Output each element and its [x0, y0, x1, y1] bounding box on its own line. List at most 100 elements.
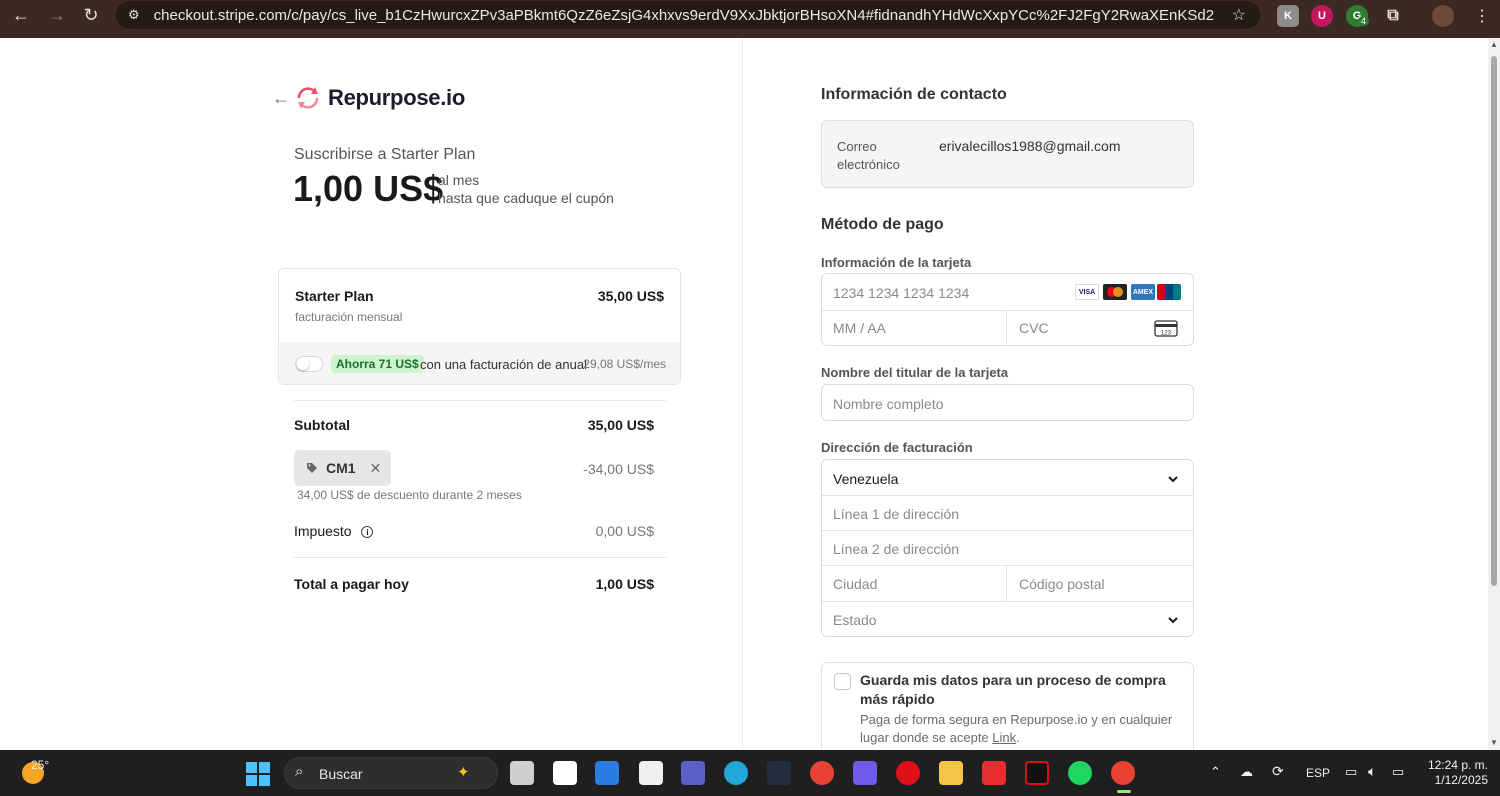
teams-icon[interactable]	[681, 761, 705, 785]
notion-icon[interactable]	[553, 761, 577, 785]
task-view-icon[interactable]	[510, 761, 534, 785]
remove-coupon-icon[interactable]: ✕	[370, 460, 382, 477]
plan-name: Starter Plan	[295, 288, 374, 304]
amazon-icon[interactable]	[767, 761, 791, 785]
cvc-card-icon: 123	[1154, 320, 1178, 337]
subtotal-label: Subtotal	[294, 417, 350, 433]
plan-price: 35,00 US$	[597, 288, 664, 304]
display-icon[interactable]: ▭	[1345, 764, 1357, 780]
edge-icon[interactable]	[724, 761, 748, 785]
coupon-code: CM1	[326, 460, 356, 476]
card-info-label: Información de la tarjeta	[821, 255, 972, 270]
card-number-input[interactable]: 1234 1234 1234 1234	[833, 285, 969, 301]
taskbar-search[interactable]: ⌕ Buscar ✦	[284, 757, 498, 789]
battery-icon[interactable]: ▭	[1392, 764, 1404, 780]
spotify-icon[interactable]	[1068, 761, 1092, 785]
save-info-checkbox[interactable]	[834, 673, 851, 690]
savings-badge: Ahorra 71 US$	[331, 355, 424, 373]
info-icon[interactable]: i	[361, 526, 374, 539]
address-line1-input[interactable]: Línea 1 de dirección	[833, 506, 959, 522]
system-clock[interactable]: 12:24 p. m. 1/12/2025	[1418, 758, 1488, 788]
tax-label: Impuesto	[294, 523, 352, 539]
chrome-icon[interactable]	[810, 761, 834, 785]
address-line2-input[interactable]: Línea 2 de dirección	[833, 541, 959, 557]
page-scrollbar[interactable]: ▲ ▼	[1488, 38, 1500, 750]
expiry-input[interactable]: MM / AA	[833, 320, 886, 336]
country-select[interactable]: Venezuela	[833, 471, 898, 487]
tax-row: Impuesto i	[294, 523, 374, 539]
copilot-sparkle-icon: ✦	[457, 764, 470, 781]
coupon-chip: CM1 ✕	[294, 450, 391, 486]
save-info-box: Guarda mis datos para un proceso de comp…	[821, 662, 1194, 750]
network-off-icon[interactable]: ☁	[1240, 764, 1253, 780]
payment-section-title: Método de pago	[821, 216, 944, 233]
profile-avatar[interactable]	[1432, 5, 1454, 27]
contact-section-title: Información de contacto	[821, 86, 1007, 103]
coupon-discount-value: -34,00 US$	[583, 461, 654, 477]
price-note: hasta que caduque el cupón	[438, 190, 614, 206]
card-input-group: 1234 1234 1234 1234 VISA AMEX MM / AA CV…	[821, 273, 1194, 346]
cardholder-input[interactable]: Nombre completo	[833, 396, 944, 412]
divider	[822, 310, 1193, 311]
amex-icon: AMEX	[1131, 284, 1155, 300]
tray-chevron-up-icon[interactable]: ⌃	[1210, 764, 1221, 780]
back-arrow-icon[interactable]: ←	[272, 88, 290, 109]
start-tile	[259, 762, 270, 773]
link-link[interactable]: Link	[992, 730, 1016, 745]
divider	[822, 530, 1193, 531]
cvc-input[interactable]: CVC	[1019, 320, 1049, 336]
toggle-knob	[297, 358, 309, 370]
site-settings-icon[interactable]: ⚙	[128, 7, 140, 23]
forward-nav-icon[interactable]: →	[42, 0, 72, 30]
annual-billing-toggle[interactable]	[295, 356, 323, 372]
extensions-puzzle-icon[interactable]: ⧉	[1382, 5, 1404, 27]
extension-icon-a[interactable]: K	[1277, 5, 1299, 27]
total-label: Total a pagar hoy	[294, 576, 409, 592]
chrome-active-icon[interactable]	[1111, 761, 1135, 785]
active-app-indicator	[1117, 790, 1131, 793]
extension-icon-shield[interactable]: U	[1311, 5, 1333, 27]
store-icon[interactable]	[595, 761, 619, 785]
opera-icon[interactable]	[896, 761, 920, 785]
repurpose-logo-icon	[297, 87, 319, 109]
plan-card: Starter Plan facturación mensual 35,00 U…	[278, 268, 681, 385]
subtotal-value: 35,00 US$	[587, 417, 654, 433]
chevron-down-icon[interactable]	[1167, 614, 1179, 626]
email-value: erivalecillos1988@gmail.com	[939, 138, 1121, 154]
clock-time: 12:24 p. m.	[1427, 758, 1488, 772]
contact-box: Correo electrónico erivalecillos1988@gma…	[821, 120, 1194, 188]
browser-toolbar: ← → ↻ ⚙ checkout.stripe.com/c/pay/cs_liv…	[0, 0, 1500, 38]
scroll-down-icon[interactable]: ▼	[1490, 738, 1498, 747]
netflix-icon[interactable]	[1025, 761, 1049, 785]
start-icon[interactable]	[246, 762, 270, 786]
scroll-thumb[interactable]	[1491, 56, 1497, 586]
price-period: al mes	[438, 172, 480, 188]
input-language[interactable]: ESP	[1306, 766, 1330, 780]
cardholder-field[interactable]: Nombre completo	[821, 384, 1194, 421]
billing-address-group: Venezuela Línea 1 de dirección Línea 2 d…	[821, 459, 1194, 637]
volume-icon[interactable]: 🔈︎	[1368, 763, 1376, 780]
city-input[interactable]: Ciudad	[833, 576, 877, 592]
state-select[interactable]: Estado	[833, 612, 877, 628]
scroll-up-icon[interactable]: ▲	[1490, 40, 1498, 49]
merchant-logo[interactable]: Repurpose.io	[294, 84, 465, 112]
chevron-down-icon[interactable]	[1167, 473, 1179, 485]
file-icon[interactable]	[639, 761, 663, 785]
divider	[1006, 310, 1007, 345]
address-bar[interactable]: ⚙ checkout.stripe.com/c/pay/cs_live_b1Cz…	[116, 1, 1260, 29]
subscribe-title: Suscribirse a Starter Plan	[294, 146, 476, 163]
browser-menu-icon[interactable]: ⋮	[1474, 6, 1490, 26]
divider	[822, 495, 1193, 496]
svg-text:123: 123	[1161, 331, 1172, 337]
app-icon[interactable]	[853, 761, 877, 785]
reload-icon[interactable]: ↻	[76, 0, 106, 30]
start-tile	[259, 775, 270, 786]
bookmark-star-icon[interactable]: ☆	[1232, 5, 1246, 25]
cardholder-label: Nombre del titular de la tarjeta	[821, 365, 1009, 380]
sync-icon[interactable]: ⟳	[1272, 763, 1284, 780]
postal-code-input[interactable]: Código postal	[1019, 576, 1105, 592]
file-explorer-icon[interactable]	[939, 761, 963, 785]
price-period-note: al mes hasta que caduque el cupón	[438, 171, 614, 207]
back-nav-icon[interactable]: ←	[6, 0, 36, 30]
wps-icon[interactable]	[982, 761, 1006, 785]
